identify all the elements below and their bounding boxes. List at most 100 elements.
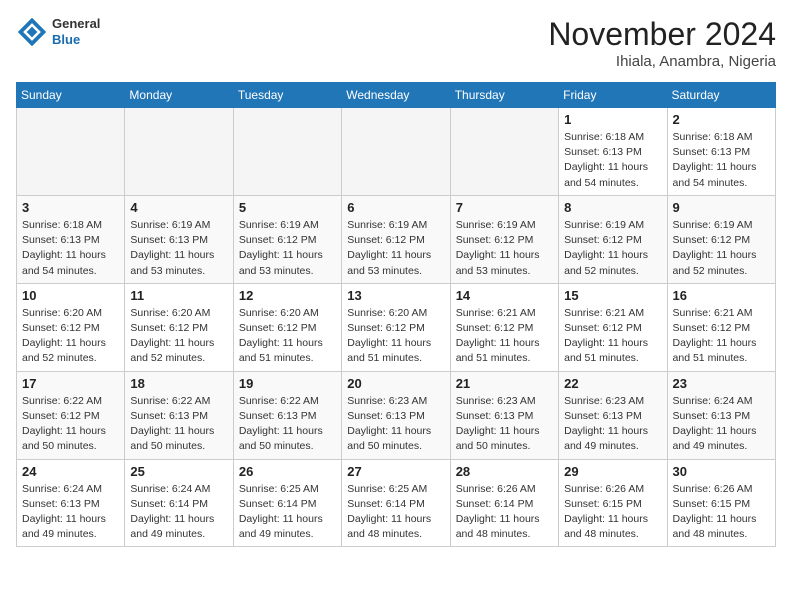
month-title: November 2024 <box>548 16 776 53</box>
day-number: 13 <box>347 288 444 303</box>
day-number: 11 <box>130 288 227 303</box>
day-number: 28 <box>456 464 553 479</box>
day-info: Sunrise: 6:24 AM Sunset: 6:13 PM Dayligh… <box>673 394 770 455</box>
calendar-day-cell: 4Sunrise: 6:19 AM Sunset: 6:13 PM Daylig… <box>125 195 233 283</box>
day-number: 19 <box>239 376 336 391</box>
calendar-day-cell <box>342 108 450 196</box>
day-info: Sunrise: 6:20 AM Sunset: 6:12 PM Dayligh… <box>22 306 119 367</box>
day-number: 12 <box>239 288 336 303</box>
day-number: 9 <box>673 200 770 215</box>
calendar-day-cell: 15 Sunrise: 6:21 AM Sunset: 6:12 PM Dayli… <box>559 283 667 371</box>
day-info: Sunrise: 6:24 AM Sunset: 6:14 PM Dayligh… <box>130 482 227 543</box>
calendar-header-row: SundayMondayTuesdayWednesdayThursdayFrid… <box>17 83 776 108</box>
calendar-week-row: 3 Sunrise: 6:18 AM Sunset: 6:13 PM Daylig… <box>17 195 776 283</box>
day-number: 25 <box>130 464 227 479</box>
day-info: Sunrise: 6:24 AM Sunset: 6:13 PM Dayligh… <box>22 482 119 543</box>
calendar-day-cell: 19 Sunrise: 6:22 AM Sunset: 6:13 PM Dayli… <box>233 371 341 459</box>
day-info: Sunrise: 6:23 AM Sunset: 6:13 PM Dayligh… <box>456 394 553 455</box>
weekday-header: Tuesday <box>233 83 341 108</box>
calendar-day-cell: 11 Sunrise: 6:20 AM Sunset: 6:12 PM Dayli… <box>125 283 233 371</box>
calendar-day-cell: 25 Sunrise: 6:24 AM Sunset: 6:14 PM Dayli… <box>125 459 233 547</box>
logo: General Blue <box>16 16 100 48</box>
weekday-header: Saturday <box>667 83 775 108</box>
day-info: Sunrise: 6:23 AM Sunset: 6:13 PM Dayligh… <box>347 394 444 455</box>
day-number: 1 <box>564 112 661 127</box>
day-info: Sunrise: 6:19 AM Sunset: 6:12 PM Dayligh… <box>347 218 444 279</box>
day-info: Sunrise: 6:21 AM Sunset: 6:12 PM Dayligh… <box>564 306 661 367</box>
calendar-day-cell: 26 Sunrise: 6:25 AM Sunset: 6:14 PM Dayli… <box>233 459 341 547</box>
calendar-week-row: 17 Sunrise: 6:22 AM Sunset: 6:12 PM Dayli… <box>17 371 776 459</box>
calendar-day-cell: 22 Sunrise: 6:23 AM Sunset: 6:13 PM Dayli… <box>559 371 667 459</box>
logo-blue: Blue <box>52 32 100 48</box>
calendar-day-cell: 30 Sunrise: 6:26 AM Sunset: 6:15 PM Dayli… <box>667 459 775 547</box>
calendar-day-cell: 16Sunrise: 6:21 AM Sunset: 6:12 PM Dayli… <box>667 283 775 371</box>
day-info: Sunrise: 6:25 AM Sunset: 6:14 PM Dayligh… <box>239 482 336 543</box>
logo-icon <box>16 16 48 48</box>
day-number: 26 <box>239 464 336 479</box>
day-info: Sunrise: 6:20 AM Sunset: 6:12 PM Dayligh… <box>130 306 227 367</box>
calendar-day-cell: 20 Sunrise: 6:23 AM Sunset: 6:13 PM Dayli… <box>342 371 450 459</box>
day-info: Sunrise: 6:22 AM Sunset: 6:13 PM Dayligh… <box>130 394 227 455</box>
day-info: Sunrise: 6:22 AM Sunset: 6:12 PM Dayligh… <box>22 394 119 455</box>
logo-text: General Blue <box>52 16 100 47</box>
calendar-day-cell: 17 Sunrise: 6:22 AM Sunset: 6:12 PM Dayli… <box>17 371 125 459</box>
day-info: Sunrise: 6:23 AM Sunset: 6:13 PM Dayligh… <box>564 394 661 455</box>
weekday-header: Sunday <box>17 83 125 108</box>
calendar-day-cell: 2 Sunrise: 6:18 AM Sunset: 6:13 PM Daylig… <box>667 108 775 196</box>
day-number: 29 <box>564 464 661 479</box>
day-number: 23 <box>673 376 770 391</box>
day-info: Sunrise: 6:18 AM Sunset: 6:13 PM Dayligh… <box>673 130 770 191</box>
day-number: 15 <box>564 288 661 303</box>
day-number: 2 <box>673 112 770 127</box>
day-number: 20 <box>347 376 444 391</box>
calendar-day-cell: 24 Sunrise: 6:24 AM Sunset: 6:13 PM Dayli… <box>17 459 125 547</box>
calendar-day-cell: 18 Sunrise: 6:22 AM Sunset: 6:13 PM Dayli… <box>125 371 233 459</box>
calendar-day-cell: 10 Sunrise: 6:20 AM Sunset: 6:12 PM Dayli… <box>17 283 125 371</box>
calendar-day-cell: 6Sunrise: 6:19 AM Sunset: 6:12 PM Daylig… <box>342 195 450 283</box>
day-info: Sunrise: 6:19 AM Sunset: 6:12 PM Dayligh… <box>673 218 770 279</box>
calendar-day-cell: 8 Sunrise: 6:19 AM Sunset: 6:12 PM Daylig… <box>559 195 667 283</box>
day-info: Sunrise: 6:19 AM Sunset: 6:13 PM Dayligh… <box>130 218 227 279</box>
day-info: Sunrise: 6:19 AM Sunset: 6:12 PM Dayligh… <box>564 218 661 279</box>
calendar-day-cell <box>450 108 558 196</box>
calendar-day-cell: 5 Sunrise: 6:19 AM Sunset: 6:12 PM Daylig… <box>233 195 341 283</box>
day-number: 5 <box>239 200 336 215</box>
day-info: Sunrise: 6:19 AM Sunset: 6:12 PM Dayligh… <box>456 218 553 279</box>
day-number: 10 <box>22 288 119 303</box>
calendar-week-row: 24 Sunrise: 6:24 AM Sunset: 6:13 PM Dayli… <box>17 459 776 547</box>
location: Ihiala, Anambra, Nigeria <box>548 53 776 70</box>
day-info: Sunrise: 6:22 AM Sunset: 6:13 PM Dayligh… <box>239 394 336 455</box>
day-number: 30 <box>673 464 770 479</box>
calendar-day-cell <box>233 108 341 196</box>
day-number: 17 <box>22 376 119 391</box>
day-number: 27 <box>347 464 444 479</box>
day-info: Sunrise: 6:20 AM Sunset: 6:12 PM Dayligh… <box>239 306 336 367</box>
calendar-week-row: 1 Sunrise: 6:18 AM Sunset: 6:13 PM Daylig… <box>17 108 776 196</box>
day-number: 8 <box>564 200 661 215</box>
calendar-day-cell: 1 Sunrise: 6:18 AM Sunset: 6:13 PM Daylig… <box>559 108 667 196</box>
day-number: 21 <box>456 376 553 391</box>
day-info: Sunrise: 6:26 AM Sunset: 6:15 PM Dayligh… <box>564 482 661 543</box>
logo-general: General <box>52 16 100 32</box>
day-info: Sunrise: 6:18 AM Sunset: 6:13 PM Dayligh… <box>564 130 661 191</box>
calendar-day-cell: 21 Sunrise: 6:23 AM Sunset: 6:13 PM Dayli… <box>450 371 558 459</box>
day-number: 3 <box>22 200 119 215</box>
calendar-day-cell: 28 Sunrise: 6:26 AM Sunset: 6:14 PM Dayli… <box>450 459 558 547</box>
day-number: 18 <box>130 376 227 391</box>
day-info: Sunrise: 6:19 AM Sunset: 6:12 PM Dayligh… <box>239 218 336 279</box>
calendar-day-cell: 7Sunrise: 6:19 AM Sunset: 6:12 PM Daylig… <box>450 195 558 283</box>
calendar-day-cell: 14 Sunrise: 6:21 AM Sunset: 6:12 PM Dayli… <box>450 283 558 371</box>
day-info: Sunrise: 6:26 AM Sunset: 6:15 PM Dayligh… <box>673 482 770 543</box>
calendar-day-cell <box>17 108 125 196</box>
day-number: 22 <box>564 376 661 391</box>
title-block: November 2024 Ihiala, Anambra, Nigeria <box>548 16 776 70</box>
day-number: 24 <box>22 464 119 479</box>
calendar-day-cell: 29 Sunrise: 6:26 AM Sunset: 6:15 PM Dayli… <box>559 459 667 547</box>
weekday-header: Wednesday <box>342 83 450 108</box>
day-info: Sunrise: 6:21 AM Sunset: 6:12 PM Dayligh… <box>456 306 553 367</box>
day-info: Sunrise: 6:18 AM Sunset: 6:13 PM Dayligh… <box>22 218 119 279</box>
day-info: Sunrise: 6:26 AM Sunset: 6:14 PM Dayligh… <box>456 482 553 543</box>
day-number: 14 <box>456 288 553 303</box>
day-info: Sunrise: 6:21 AM Sunset: 6:12 PM Dayligh… <box>673 306 770 367</box>
calendar-day-cell: 27Sunrise: 6:25 AM Sunset: 6:14 PM Dayli… <box>342 459 450 547</box>
